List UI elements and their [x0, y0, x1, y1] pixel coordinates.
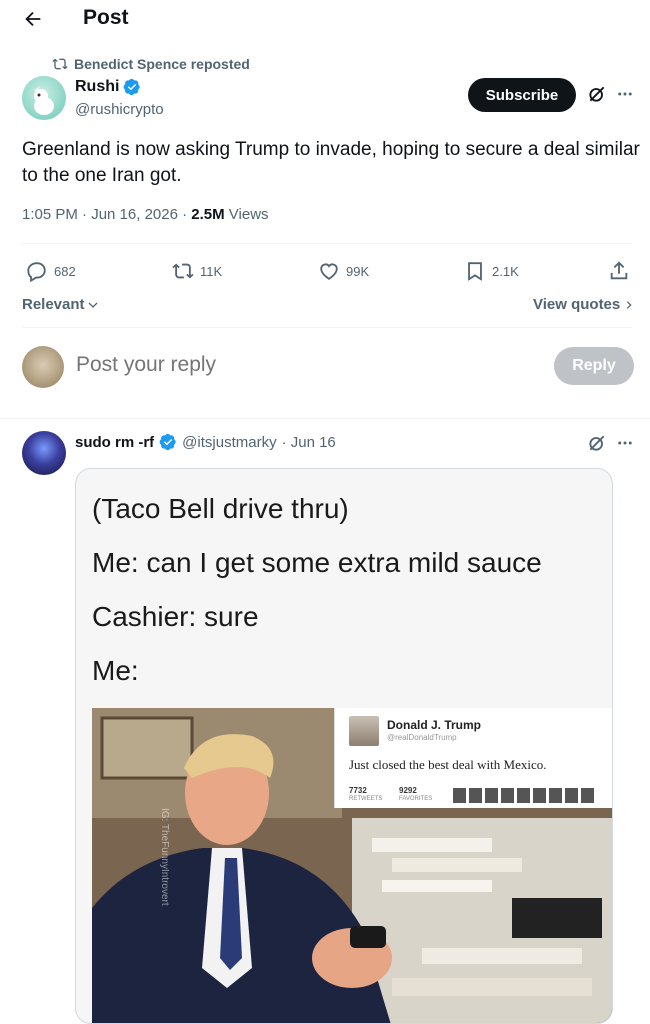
meme-caption-line: Me: [92, 655, 139, 686]
grok-icon[interactable] [587, 433, 607, 453]
reply-action[interactable]: 682 [26, 260, 76, 282]
author-name-text: Rushi [75, 78, 120, 95]
tweet-card-favoriter-avatars [453, 788, 594, 803]
meme-photo: Donald J. Trump @realDonaldTrump Just cl… [92, 708, 612, 1023]
tweet-card-avatar [349, 716, 379, 746]
tweet-card-handle: @realDonaldTrump [387, 733, 457, 742]
share-icon [608, 260, 630, 282]
reply-count: 682 [54, 263, 76, 279]
reply-author-avatar[interactable] [22, 431, 66, 475]
favoriter-avatar [469, 788, 482, 803]
post-timestamp[interactable]: 1:05 PM · Jun 16, 2026 · [22, 206, 191, 223]
back-arrow-icon[interactable] [18, 6, 48, 32]
author-name[interactable]: Rushi [75, 78, 141, 96]
tweet-card-retweets: 7732 RETWEETS [349, 786, 382, 804]
meme-caption-line: Cashier: sure [92, 601, 259, 632]
bookmark-action[interactable]: 2.1K [464, 260, 519, 282]
view-quotes-label: View quotes [533, 296, 621, 313]
reply-author-name[interactable]: sudo rm -rf [75, 434, 154, 451]
author-handle[interactable]: @rushicrypto [75, 101, 164, 118]
divider [0, 418, 650, 419]
image-watermark: IG: TheFunnyIntrovert [159, 808, 170, 906]
retweets-count: 7732 [349, 786, 367, 795]
reply-input[interactable] [76, 353, 376, 377]
favoriter-avatar [549, 788, 562, 803]
chevron-right-icon [624, 299, 634, 311]
user-avatar[interactable] [22, 346, 64, 388]
embedded-tweet-card: Donald J. Trump @realDonaldTrump Just cl… [334, 708, 612, 808]
like-count: 99K [346, 263, 370, 279]
meme-caption-line: (Taco Bell drive thru) [92, 493, 349, 524]
reply-icon [26, 260, 48, 282]
tweet-card-text: Just closed the best deal with Mexico. [349, 757, 547, 772]
repost-icon [52, 56, 68, 72]
like-action[interactable]: 99K [318, 260, 369, 282]
more-options-icon[interactable] [615, 433, 635, 453]
verified-badge-icon [159, 433, 177, 451]
retweets-label: RETWEETS [349, 796, 383, 802]
repost-icon [172, 260, 194, 282]
chevron-down-icon [87, 299, 99, 311]
reply-media-image[interactable]: (Taco Bell drive thru) Me: can I get som… [75, 468, 613, 1024]
views-label: Views [224, 206, 269, 223]
share-action[interactable] [608, 260, 630, 282]
favoriter-avatar [501, 788, 514, 803]
bookmark-icon [464, 260, 486, 282]
view-quotes-link[interactable]: View quotes [533, 296, 634, 313]
bookmark-count: 2.1K [492, 263, 519, 279]
favoriter-avatar [565, 788, 578, 803]
divider [22, 243, 632, 244]
repost-label: Benedict Spence reposted [74, 56, 250, 72]
repost-action[interactable]: 11K [172, 260, 222, 282]
sort-label: Relevant [22, 296, 85, 313]
tweet-card-name: Donald J. Trump [387, 718, 482, 732]
grok-icon[interactable] [587, 84, 607, 104]
repost-indicator[interactable]: Benedict Spence reposted [52, 56, 250, 72]
favoriter-avatar [453, 788, 466, 803]
reply-button[interactable]: Reply [554, 347, 634, 385]
reply-author-handle[interactable]: @itsjustmarky [182, 434, 276, 451]
repost-count: 11K [200, 263, 223, 279]
post-meta: 1:05 PM · Jun 16, 2026 · 2.5M Views [22, 206, 269, 223]
verified-badge-icon [123, 78, 141, 96]
favorites-label: FAVORITES [399, 796, 433, 802]
favoriter-avatar [581, 788, 594, 803]
more-options-icon[interactable] [615, 84, 635, 104]
post-text: Greenland is now asking Trump to invade,… [22, 139, 640, 186]
favoriter-avatar [533, 788, 546, 803]
heart-icon [318, 260, 340, 282]
sort-dropdown[interactable]: Relevant [22, 296, 99, 313]
subscribe-button[interactable]: Subscribe [468, 78, 576, 112]
meme-caption-line: Me: can I get some extra mild sauce [92, 547, 542, 578]
favoriter-avatar [517, 788, 530, 803]
views-count: 2.5M [191, 206, 225, 223]
favorites-count: 9292 [399, 786, 417, 795]
tweet-card-favorites: 9292 FAVORITES [399, 786, 432, 804]
reply-date[interactable]: · Jun 16 [282, 434, 336, 451]
author-avatar[interactable] [22, 76, 66, 120]
page-title: Post [83, 6, 129, 29]
reply-header: sudo rm -rf @itsjustmarky · Jun 16 [75, 433, 336, 451]
favoriter-avatar [485, 788, 498, 803]
divider [22, 327, 632, 328]
